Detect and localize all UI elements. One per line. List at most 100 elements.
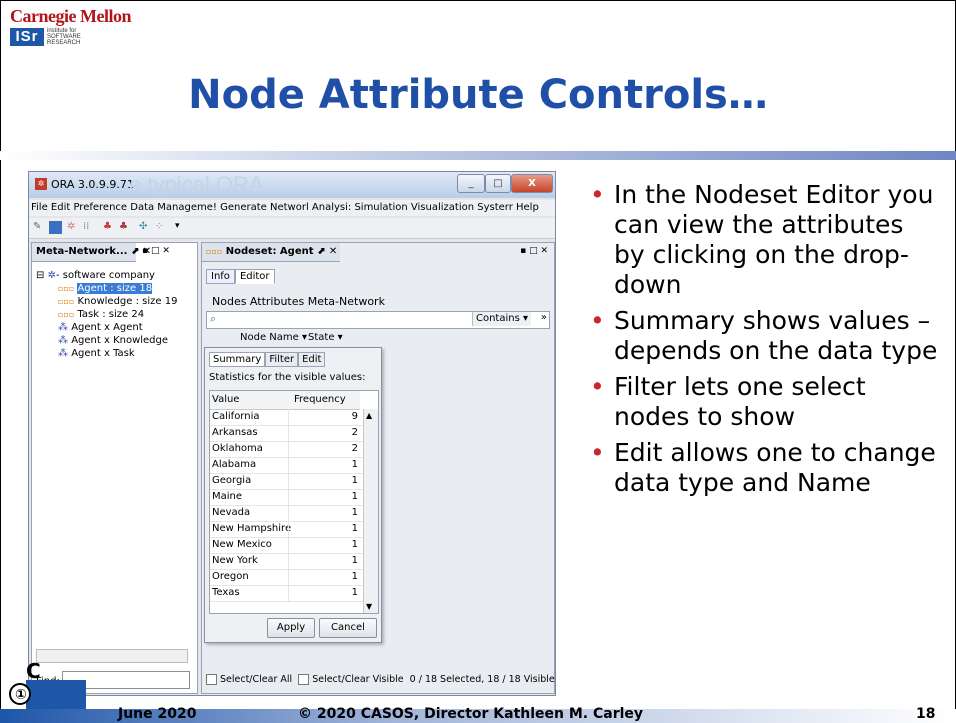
panel-controls[interactable]: ▪ □ ✕ — [142, 246, 170, 256]
network-icon: ⁂ — [58, 348, 68, 359]
cell-value: Oregon — [212, 571, 249, 582]
bullet-item: In the Nodeset Editor you can view the a… — [590, 180, 940, 300]
search-input[interactable]: ⌕ Contains ▾ » — [206, 311, 550, 329]
tab-edit[interactable]: Edit — [298, 352, 326, 367]
tree-item-agent-task[interactable]: ⁂ Agent x Task — [36, 347, 177, 360]
people-icon[interactable]: ♣ — [103, 221, 116, 234]
nodeset-panel: ▫▫▫ Nodeset: Agent ⬈ ✕ ▪ □ ✕ Info Editor … — [201, 242, 555, 694]
table-row[interactable]: California 9 — [210, 409, 364, 426]
table-row[interactable]: Oregon 1 — [210, 569, 364, 586]
table-header: Value Frequency — [210, 391, 360, 410]
grid-icon[interactable]: ⁞⁞ — [83, 221, 96, 234]
cell-frequency: 9 — [288, 409, 360, 425]
popup-tabs: Summary Filter Edit — [209, 352, 326, 367]
select-all-checkbox[interactable]: Select/Clear All — [206, 674, 292, 685]
table-row[interactable]: Maine 1 — [210, 489, 364, 506]
table-row[interactable]: New York 1 — [210, 553, 364, 570]
tree-label: Agent x Agent — [71, 322, 143, 333]
tab-editor[interactable]: Editor — [234, 269, 275, 284]
ghost-text: e typical ORA — [129, 172, 264, 197]
table-row[interactable]: Nevada 1 — [210, 505, 364, 522]
tree-item-knowledge[interactable]: ▫▫▫ Knowledge : size 19 — [36, 295, 177, 308]
save-icon[interactable] — [49, 221, 62, 234]
page-number: 18 — [916, 706, 936, 722]
tab-summary[interactable]: Summary — [209, 352, 266, 367]
tree-item-agent-agent[interactable]: ⁂ Agent x Agent — [36, 321, 177, 334]
tab-info[interactable]: Info — [206, 269, 235, 284]
cell-value: New Mexico — [212, 539, 272, 550]
tree-item-agent-knowledge[interactable]: ⁂ Agent x Knowledge — [36, 334, 177, 347]
status-bar: Select/Clear All Select/Clear Visible 0 … — [206, 671, 555, 689]
window-title: ORA 3.0.9.9.71 — [51, 178, 134, 191]
cell-frequency: 1 — [288, 473, 360, 489]
tab-nodeset-agent[interactable]: ▫▫▫ Nodeset: Agent ⬈ ✕ — [202, 243, 340, 262]
tree-item-task[interactable]: ▫▫▫ Task : size 24 — [36, 308, 177, 321]
table-row[interactable]: New Hampshire 1 — [210, 521, 364, 538]
cell-frequency: 1 — [288, 553, 360, 569]
cell-frequency: 1 — [288, 505, 360, 521]
cell-value: Texas — [212, 587, 240, 598]
tree-item-agent[interactable]: ▫▫▫ Agent : size 18 — [36, 282, 177, 295]
col-frequency[interactable]: Frequency — [294, 391, 346, 409]
cell-value: Nevada — [212, 507, 251, 518]
table-row[interactable]: Texas 1 — [210, 585, 364, 602]
table-row[interactable]: Arkansas 2 — [210, 425, 364, 442]
bullet-item: Edit allows one to change data type and … — [590, 438, 940, 498]
stats-label: Statistics for the visible values: — [209, 372, 366, 383]
close-button[interactable]: X — [511, 174, 553, 193]
pin-icon[interactable]: ⬈ ✕ — [317, 246, 337, 257]
menu-bar[interactable]: File Edit Preference Data Manageme! Gene… — [29, 200, 555, 216]
dropdown-icon[interactable]: ▾ — [175, 221, 188, 234]
footer-copyright: © 2020 CASOS, Director Kathleen M. Carle… — [298, 706, 644, 722]
column-headers: Node Name ▾ State ▾ — [224, 331, 384, 345]
attribute-popup: Summary Filter Edit Statistics for the vis… — [204, 347, 382, 643]
selection-count: 0 / 18 Selected, 18 / 18 Visible — [409, 674, 555, 685]
table-row[interactable]: Georgia 1 — [210, 473, 364, 490]
cell-frequency: 1 — [288, 585, 360, 601]
wand-icon[interactable]: ✎ — [33, 221, 46, 234]
col-state[interactable]: State ▾ — [308, 331, 343, 345]
tree-item-root[interactable]: ⊟ ✲- software company — [36, 269, 177, 282]
apply-button[interactable]: Apply — [267, 618, 315, 638]
tree-label: Agent : size 18 — [77, 283, 153, 294]
footer-date: June 2020 — [118, 706, 197, 722]
cell-value: California — [212, 411, 260, 422]
app-icon: ✲ — [35, 178, 47, 190]
vertical-scrollbar[interactable]: ▲ ▼ — [363, 409, 378, 613]
bullet-item: Filter lets one select nodes to show — [590, 372, 940, 432]
table-row[interactable]: Oklahoma 2 — [210, 441, 364, 458]
cancel-button[interactable]: Cancel — [319, 618, 377, 638]
svg-text:①: ① — [15, 687, 27, 703]
cmu-logo: Carnegie Mellon — [10, 6, 131, 26]
status-label: Select/Clear Visible — [312, 674, 404, 685]
tree-label: Task : size 24 — [77, 309, 145, 320]
col-value[interactable]: Value — [212, 391, 239, 409]
isr-line: RESEARCH — [47, 40, 81, 46]
minimize-button[interactable]: _ — [457, 174, 485, 193]
editor-nav[interactable]: Nodes Attributes Meta-Network — [212, 295, 385, 308]
tab-filter[interactable]: Filter — [265, 352, 299, 367]
tab-meta-network[interactable]: Meta-Network... ⬈ ✕ — [32, 243, 151, 262]
toolbar: ✎ ✲ ⁞⁞ ♣ ♣ ✣ ⁘ ▾ — [29, 218, 555, 239]
table-row[interactable]: New Mexico 1 — [210, 537, 364, 554]
tree-label: Agent x Knowledge — [71, 335, 169, 346]
cell-frequency: 1 — [288, 569, 360, 585]
nodeset-icon: ▫▫▫ — [206, 247, 223, 256]
isr-logo: ISr institute for SOFTWARE RESEARCH — [10, 28, 81, 46]
search-mode-select[interactable]: Contains ▾ — [471, 312, 531, 326]
nodeset-icon: ▫▫▫ — [58, 297, 75, 306]
select-visible-checkbox[interactable]: Select/Clear Visible — [298, 674, 404, 685]
network-icon[interactable]: ✲ — [67, 221, 80, 234]
panel-controls[interactable]: ▪ □ ✕ — [520, 246, 548, 256]
col-node-name[interactable]: Node Name ▾ — [240, 331, 307, 345]
dots-icon[interactable]: ⁘ — [155, 221, 168, 234]
nodeset-icon: ▫▫▫ — [58, 310, 75, 319]
maximize-button[interactable]: □ — [485, 174, 511, 193]
graph-icon[interactable]: ✣ — [139, 221, 152, 234]
table-row[interactable]: Alabama 1 — [210, 457, 364, 474]
people2-icon[interactable]: ♣ — [119, 221, 132, 234]
expand-icon[interactable]: » — [541, 312, 547, 323]
tab-label: Meta-Network... — [36, 246, 128, 257]
col-label: State — [308, 332, 335, 343]
frequency-table: Value Frequency California 9 Arkansas 2 Okla… — [209, 390, 379, 614]
